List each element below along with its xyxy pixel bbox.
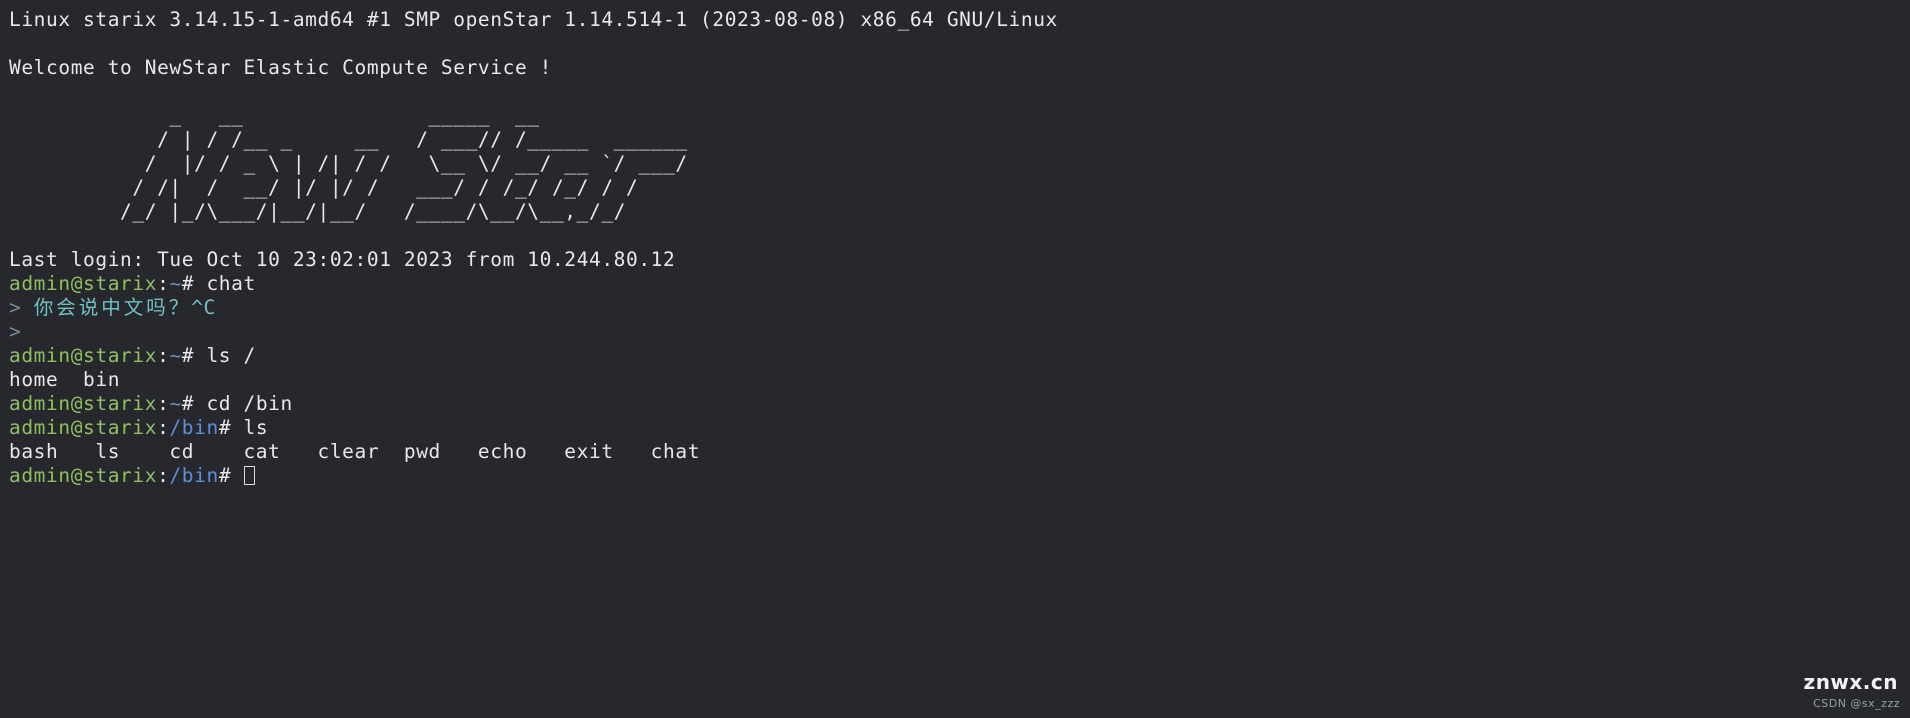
shell-command: ls / <box>206 344 256 367</box>
prompt-colon: : <box>157 272 170 295</box>
last-login-line: Last login: Tue Oct 10 23:02:01 2023 fro… <box>9 248 676 271</box>
chat-prompt-marker: > <box>9 296 34 319</box>
kernel-version-line: Linux starix 3.14.15-1-amd64 #1 SMP open… <box>9 8 1058 31</box>
ascii-art-banner: _ __ _____ __ / | / /__ _ __ / ___// /__… <box>9 104 1910 224</box>
banner-row: /_/ |_/\___/|__/|__/ /____/\__/\__,_/_/ <box>9 200 626 223</box>
prompt-colon: : <box>157 464 170 487</box>
prompt-user: admin@starix <box>9 416 158 439</box>
prompt-user: admin@starix <box>9 272 158 295</box>
banner-row: / |/ / _ \ | /| / / \__ \/ __/ __ `/ ___… <box>9 152 688 175</box>
output-line-bin-listing: bash ls cd cat clear pwd echo exit chat <box>9 440 701 463</box>
prompt-hash: # <box>181 272 207 295</box>
terminal-window[interactable]: Linux starix 3.14.15-1-amd64 #1 SMP open… <box>0 0 1910 718</box>
shell-line-active-prompt[interactable]: admin@starix:/bin# <box>9 464 1910 488</box>
shell-line-ls-root: admin@starix:~# ls / <box>9 344 1910 368</box>
prompt-path: ~ <box>169 344 182 367</box>
output-line-root-listing: home bin <box>9 368 121 391</box>
banner-row: / /| / __/ |/ |/ / ___/ / /_/ /_/ / / <box>9 176 639 199</box>
prompt-user: admin@starix <box>9 464 158 487</box>
chat-ctrl-c: ^C <box>191 296 216 319</box>
shell-line-chat: admin@starix:~# chat <box>9 272 1910 296</box>
watermark-attribution: CSDN @sx_zzz <box>1813 697 1900 710</box>
chat-line-question: > 你会说中文吗？^C <box>9 296 1910 320</box>
prompt-path: /bin <box>169 464 219 487</box>
shell-command: ls <box>243 416 269 439</box>
prompt-path: /bin <box>169 416 219 439</box>
prompt-hash: # <box>218 464 244 487</box>
watermark-logo: znwx.cn <box>1803 670 1898 694</box>
chat-line-empty: > <box>9 320 1910 344</box>
text-cursor[interactable] <box>243 466 255 485</box>
prompt-colon: : <box>157 392 170 415</box>
prompt-hash: # <box>218 416 244 439</box>
welcome-line: Welcome to NewStar Elastic Compute Servi… <box>9 56 552 79</box>
prompt-hash: # <box>181 392 207 415</box>
prompt-colon: : <box>157 344 170 367</box>
prompt-colon: : <box>157 416 170 439</box>
shell-line-cd-bin: admin@starix:~# cd /bin <box>9 392 1910 416</box>
banner-row: _ __ _____ __ <box>9 104 540 127</box>
shell-line-ls-bin: admin@starix:/bin# ls <box>9 416 1910 440</box>
chat-prompt-marker: > <box>9 320 22 343</box>
prompt-user: admin@starix <box>9 392 158 415</box>
chat-user-message: 你会说中文吗？ <box>33 296 192 319</box>
shell-command: chat <box>206 272 256 295</box>
prompt-hash: # <box>181 344 207 367</box>
prompt-path: ~ <box>169 272 182 295</box>
shell-command: cd /bin <box>206 392 293 415</box>
prompt-user: admin@starix <box>9 344 158 367</box>
prompt-path: ~ <box>169 392 182 415</box>
banner-row: / | / /__ _ __ / ___// /_____ ______ <box>9 128 688 151</box>
